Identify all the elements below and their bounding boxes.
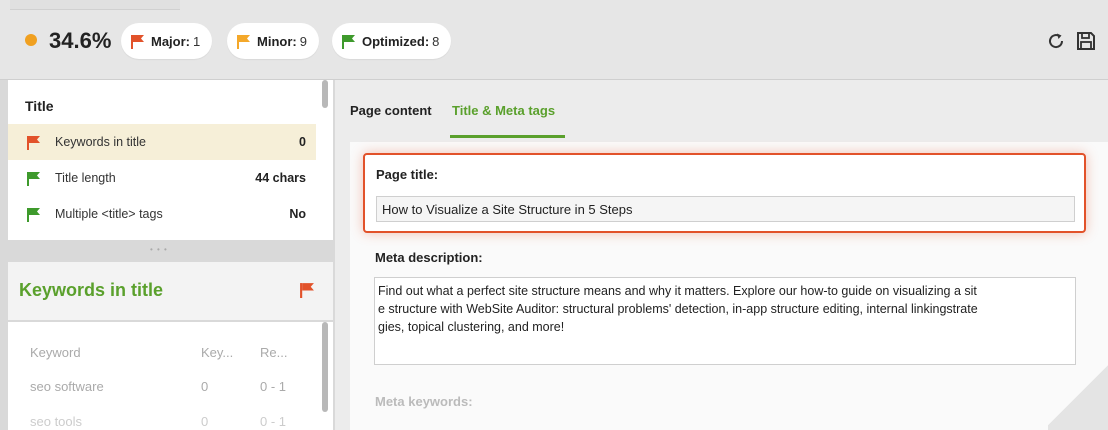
meta-description-label: Meta description: xyxy=(375,250,483,265)
page-title-field[interactable]: How to Visualize a Site Structure in 5 S… xyxy=(376,196,1075,222)
keywords-table: Keyword Key... Re... seo software 0 0 - … xyxy=(8,322,333,430)
column-header-re[interactable]: Re... xyxy=(260,345,287,360)
keyword-cell: seo software xyxy=(30,379,104,394)
red-flag-icon xyxy=(300,283,314,298)
red-flag-icon xyxy=(131,34,144,49)
panel-splitter-handle[interactable]: • • • xyxy=(150,245,168,254)
details-title: Keywords in title xyxy=(19,280,164,300)
major-count: 1 xyxy=(193,33,201,49)
factor-row-keywords-in-title[interactable]: Keywords in title 0 xyxy=(8,124,316,160)
tab-page-content[interactable]: Page content xyxy=(350,103,432,118)
optimized-badge[interactable]: Optimized: 8 xyxy=(332,23,452,59)
factor-label: Keywords in title xyxy=(55,135,147,149)
key-cell: 0 xyxy=(201,379,209,394)
factor-value: 0 xyxy=(299,135,306,149)
column-header-key[interactable]: Key... xyxy=(201,345,233,360)
meta-description-line: e structure with WebSite Auditor: struct… xyxy=(378,302,978,316)
major-issues-badge[interactable]: Major: 1 xyxy=(121,23,213,59)
refresh-icon[interactable] xyxy=(1045,30,1067,52)
tab-title-meta-tags[interactable]: Title & Meta tags xyxy=(452,103,555,118)
factors-section-title: Title xyxy=(25,98,54,114)
meta-description-line: Find out what a perfect site structure m… xyxy=(378,284,977,298)
factor-row-multiple-title-tags[interactable]: Multiple <title> tags No xyxy=(8,196,316,232)
minor-label: Minor: xyxy=(257,33,297,49)
meta-fields-area: Page title: How to Visualize a Site Stru… xyxy=(350,142,1108,430)
orange-flag-icon xyxy=(237,34,250,49)
factors-scrollbar[interactable] xyxy=(322,80,328,108)
content-panel: Page content Title & Meta tags Page titl… xyxy=(335,80,1108,430)
meta-description-line: gies, topical clustering, and more! xyxy=(378,320,565,334)
key-cell: 0 xyxy=(201,414,209,429)
factor-label: Multiple <title> tags xyxy=(55,207,163,221)
keywords-scrollbar[interactable] xyxy=(322,322,328,412)
page-title-label: Page title: xyxy=(376,167,439,182)
details-header: Keywords in title xyxy=(8,262,333,320)
keyword-cell: seo tools xyxy=(30,414,83,429)
score-indicator-dot xyxy=(25,34,37,46)
active-tab-indicator xyxy=(450,135,565,138)
factor-value: No xyxy=(289,207,306,221)
background-decoration xyxy=(1048,360,1108,430)
re-cell: 0 - 1 xyxy=(260,414,287,429)
window-tab-edge xyxy=(10,0,180,10)
factor-row-title-length[interactable]: Title length 44 chars xyxy=(8,160,316,196)
major-label: Major: xyxy=(151,33,190,49)
factors-panel: Title Keywords in title 0 Title length 4… xyxy=(8,80,333,240)
toolbar: 34.6% Major: 1 Minor: 9 Optimized: 8 xyxy=(0,0,1108,80)
green-flag-icon xyxy=(27,171,40,186)
red-flag-icon xyxy=(27,135,40,150)
meta-keywords-label: Meta keywords: xyxy=(375,394,473,409)
optimized-count: 8 xyxy=(432,33,440,49)
green-flag-icon xyxy=(27,207,40,222)
minor-issues-badge[interactable]: Minor: 9 xyxy=(227,23,319,59)
page-title-highlight-box: Page title: How to Visualize a Site Stru… xyxy=(363,153,1086,233)
green-flag-icon xyxy=(342,34,355,49)
optimization-score: 34.6% xyxy=(49,28,112,53)
factor-label: Title length xyxy=(55,171,116,185)
re-cell: 0 - 1 xyxy=(260,379,287,394)
save-icon[interactable] xyxy=(1075,30,1097,52)
meta-description-field[interactable]: Find out what a perfect site structure m… xyxy=(374,277,1076,365)
optimized-label: Optimized: xyxy=(362,33,430,49)
minor-count: 9 xyxy=(299,33,307,49)
factor-value: 44 chars xyxy=(255,171,306,185)
column-header-keyword[interactable]: Keyword xyxy=(30,345,81,360)
